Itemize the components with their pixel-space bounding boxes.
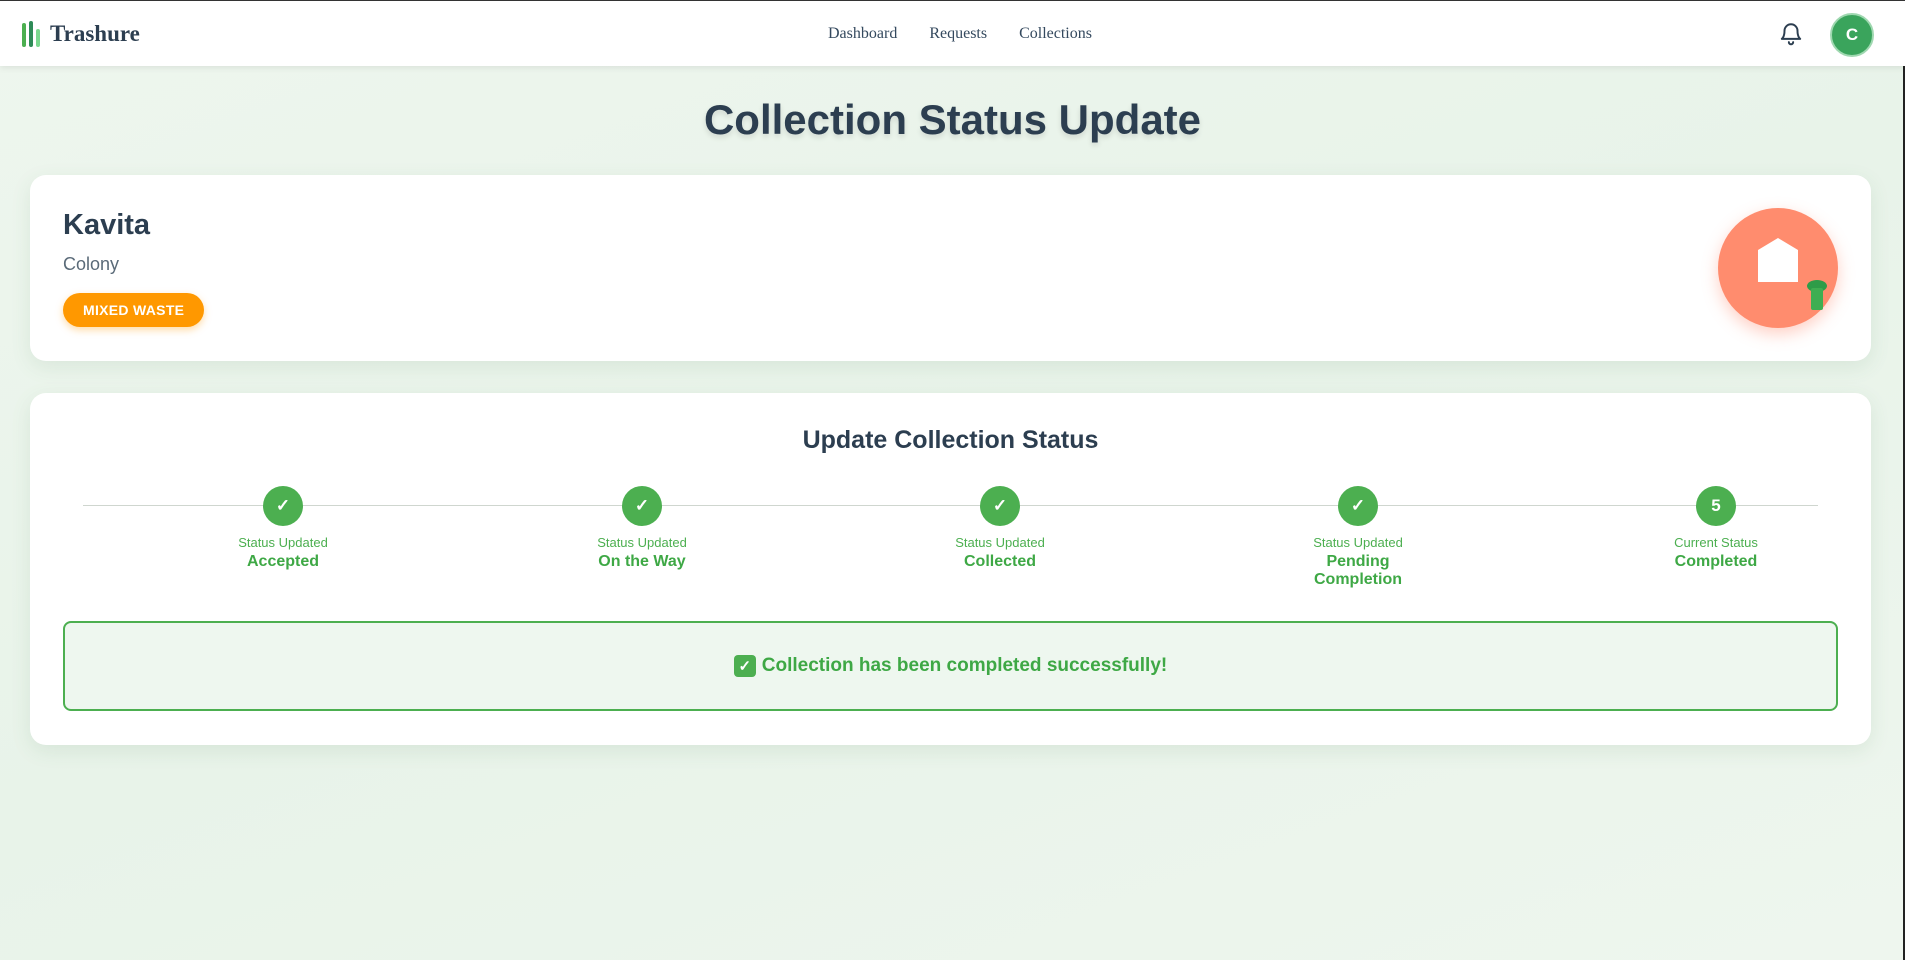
- waste-type-badge: MIXED WASTE: [63, 293, 205, 327]
- status-section-title: Update Collection Status: [802, 426, 1099, 454]
- check-mark-icon: ✓: [263, 486, 303, 526]
- main-nav: Dashboard Requests Collections: [828, 25, 1092, 43]
- house-illustration: [1718, 208, 1838, 328]
- nav-link-collections[interactable]: Collections: [1019, 25, 1092, 43]
- top-navbar: Trashure Dashboard Requests Collections …: [0, 0, 1905, 66]
- step-label: Pending Completion: [1314, 553, 1402, 588]
- check-mark-icon: ✓: [980, 486, 1020, 526]
- step-caption: Status Updated: [597, 535, 687, 550]
- step-number-badge: 5: [1696, 486, 1736, 526]
- check-mark-icon: ✓: [733, 655, 756, 677]
- step-caption: Current Status: [1674, 535, 1758, 550]
- step-caption: Status Updated: [238, 535, 328, 550]
- page-title: Collection Status Update: [703, 96, 1202, 143]
- step-label: On the Way: [598, 553, 686, 570]
- check-mark-icon: ✓: [1338, 486, 1378, 526]
- status-update-card: Update Collection Status ✓ Status Update…: [30, 393, 1871, 745]
- step-on-the-way[interactable]: ✓ Status Updated On the Way: [542, 486, 742, 571]
- bell-icon[interactable]: [1778, 21, 1804, 47]
- step-pending-completion[interactable]: ✓ Status Updated Pending Completion: [1258, 486, 1458, 589]
- house-icon: [1758, 238, 1798, 282]
- nav-link-dashboard[interactable]: Dashboard: [828, 25, 897, 43]
- step-completed[interactable]: 5 Current Status Completed: [1616, 486, 1816, 571]
- step-collected[interactable]: ✓ Status Updated Collected: [900, 486, 1100, 571]
- check-mark-icon: ✓: [622, 486, 662, 526]
- logo-bars-icon: [22, 21, 40, 47]
- brand[interactable]: Trashure: [22, 21, 140, 47]
- request-info-card: Kavita Colony MIXED WASTE: [30, 175, 1871, 361]
- step-caption: Status Updated: [955, 535, 1045, 550]
- success-message: Collection has been completed successful…: [761, 655, 1168, 676]
- step-accepted[interactable]: ✓ Status Updated Accepted: [183, 486, 383, 571]
- step-label: Completed: [1674, 553, 1758, 570]
- brand-name: Trashure: [50, 21, 140, 46]
- nav-link-requests[interactable]: Requests: [929, 25, 987, 43]
- success-message-box: ✓ Collection has been completed successf…: [63, 621, 1838, 711]
- user-avatar[interactable]: C: [1830, 13, 1874, 57]
- step-label: Accepted: [246, 553, 320, 570]
- requester-name: Kavita: [63, 209, 151, 241]
- bin-icon: [1807, 280, 1827, 310]
- requester-area: Colony: [63, 254, 120, 274]
- step-label: Collected: [963, 553, 1036, 570]
- step-caption: Status Updated: [1313, 535, 1403, 550]
